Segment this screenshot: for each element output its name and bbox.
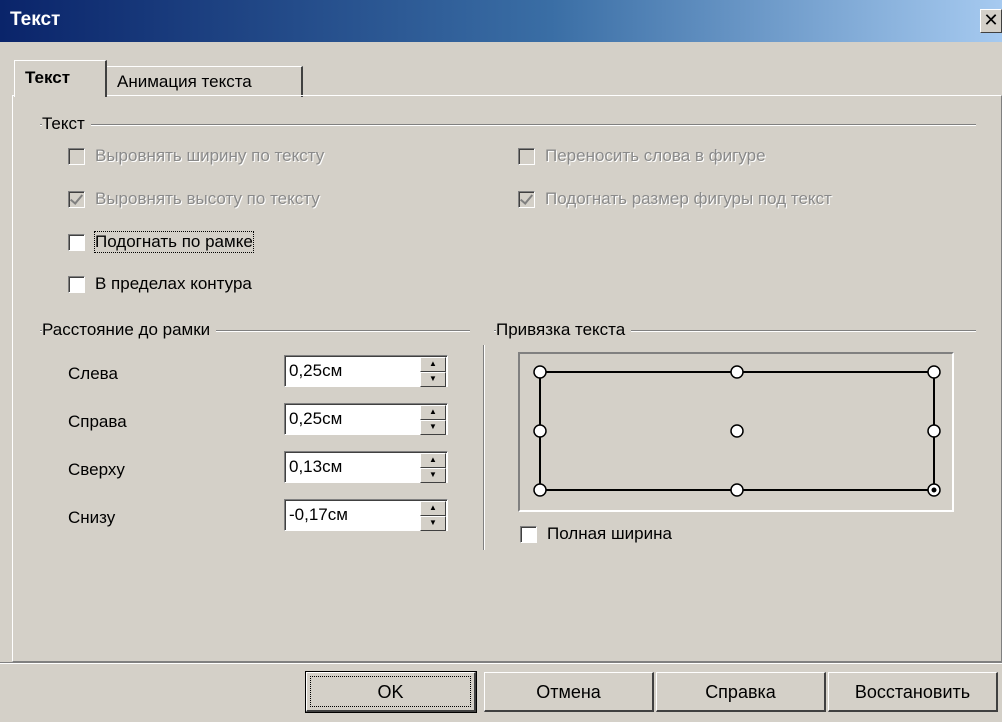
spin-value: 0,13см [289, 457, 343, 476]
spin-up-icon[interactable]: ▲ [420, 453, 446, 468]
option-word-wrap[interactable]: Переносить слова в фигуре [518, 144, 766, 168]
title-bar: Текст ✕ [0, 0, 1002, 42]
checkbox[interactable] [68, 147, 85, 165]
anchor-bottom-left[interactable] [533, 483, 547, 497]
anchor-middle-center[interactable] [730, 424, 744, 438]
top-spinbox[interactable]: 0,13см ▲ ▼ [284, 451, 448, 483]
option-label: Выровнять ширину по тексту [95, 146, 325, 165]
option-label: Подогнать по рамке [94, 231, 254, 253]
text-group-line [40, 124, 976, 126]
tab-text[interactable]: Текст [14, 60, 107, 97]
anchor-bottom-center[interactable] [730, 483, 744, 497]
option-fit-height[interactable]: Выровнять высоту по тексту [68, 187, 320, 211]
footer-separator [0, 662, 1002, 664]
option-fit-to-frame[interactable]: Подогнать по рамке [68, 230, 254, 254]
window-title: Текст [10, 9, 61, 30]
spin-down-icon[interactable]: ▼ [420, 468, 446, 483]
spacing-group-label: Расстояние до рамки [42, 320, 217, 340]
label-top: Сверху [68, 460, 125, 479]
spin-value: -0,17см [289, 505, 348, 524]
option-label: В пределах контура [95, 274, 252, 293]
left-spinbox[interactable]: 0,25см ▲ ▼ [284, 355, 448, 387]
anchor-grid [518, 352, 954, 512]
vertical-separator [483, 345, 485, 550]
anchor-middle-left[interactable] [533, 424, 547, 438]
option-label: Выровнять высоту по тексту [95, 189, 320, 208]
spin-up-icon[interactable]: ▲ [420, 357, 446, 372]
spin-buttons: ▲ ▼ [420, 501, 446, 531]
spin-down-icon[interactable]: ▼ [420, 372, 446, 387]
spin-up-icon[interactable]: ▲ [420, 405, 446, 420]
option-label: Полная ширина [547, 524, 672, 543]
right-spinbox[interactable]: 0,25см ▲ ▼ [284, 403, 448, 435]
option-label: Переносить слова в фигуре [545, 146, 766, 165]
bottom-spinbox[interactable]: -0,17см ▲ ▼ [284, 499, 448, 531]
help-button[interactable]: Справка [656, 672, 826, 712]
help-label: Справка [705, 682, 776, 702]
anchor-group-label: Привязка текста [496, 320, 632, 340]
anchor-top-right[interactable] [927, 365, 941, 379]
spin-value: 0,25см [289, 409, 343, 428]
focus-rect [310, 676, 471, 707]
cancel-label: Отмена [536, 682, 601, 702]
option-full-width[interactable]: Полная ширина [520, 522, 672, 546]
anchor-top-center[interactable] [730, 365, 744, 379]
anchor-top-left[interactable] [533, 365, 547, 379]
label-right: Справа [68, 412, 127, 431]
checkbox[interactable] [518, 190, 535, 208]
option-label: Подогнать размер фигуры под текст [545, 189, 832, 208]
spin-value: 0,25см [289, 361, 343, 380]
spin-buttons: ▲ ▼ [420, 405, 446, 435]
anchor-diagram [533, 365, 941, 497]
spin-down-icon[interactable]: ▼ [420, 420, 446, 435]
anchor-bottom-right[interactable] [927, 483, 941, 497]
checkbox[interactable] [520, 525, 537, 543]
spin-down-icon[interactable]: ▼ [420, 516, 446, 531]
option-fit-width[interactable]: Выровнять ширину по тексту [68, 144, 324, 168]
close-icon[interactable]: ✕ [980, 9, 1002, 33]
ok-button[interactable]: OK [305, 671, 477, 713]
label-left: Слева [68, 364, 118, 383]
option-resize-shape[interactable]: Подогнать размер фигуры под текст [518, 187, 832, 211]
spin-buttons: ▲ ▼ [420, 453, 446, 483]
text-group-label: Текст [42, 114, 91, 134]
tab-text-animation[interactable]: Анимация текста [106, 66, 303, 97]
checkbox[interactable] [68, 190, 85, 208]
label-bottom: Снизу [68, 508, 116, 527]
reset-button[interactable]: Восстановить [828, 672, 998, 712]
cancel-button[interactable]: Отмена [484, 672, 654, 712]
anchor-middle-right[interactable] [927, 424, 941, 438]
checkbox[interactable] [518, 147, 535, 165]
checkbox[interactable] [68, 233, 85, 251]
reset-label: Восстановить [854, 682, 971, 702]
option-within-contour[interactable]: В пределах контура [68, 272, 252, 296]
spin-buttons: ▲ ▼ [420, 357, 446, 387]
checkbox[interactable] [68, 275, 85, 293]
spin-up-icon[interactable]: ▲ [420, 501, 446, 516]
